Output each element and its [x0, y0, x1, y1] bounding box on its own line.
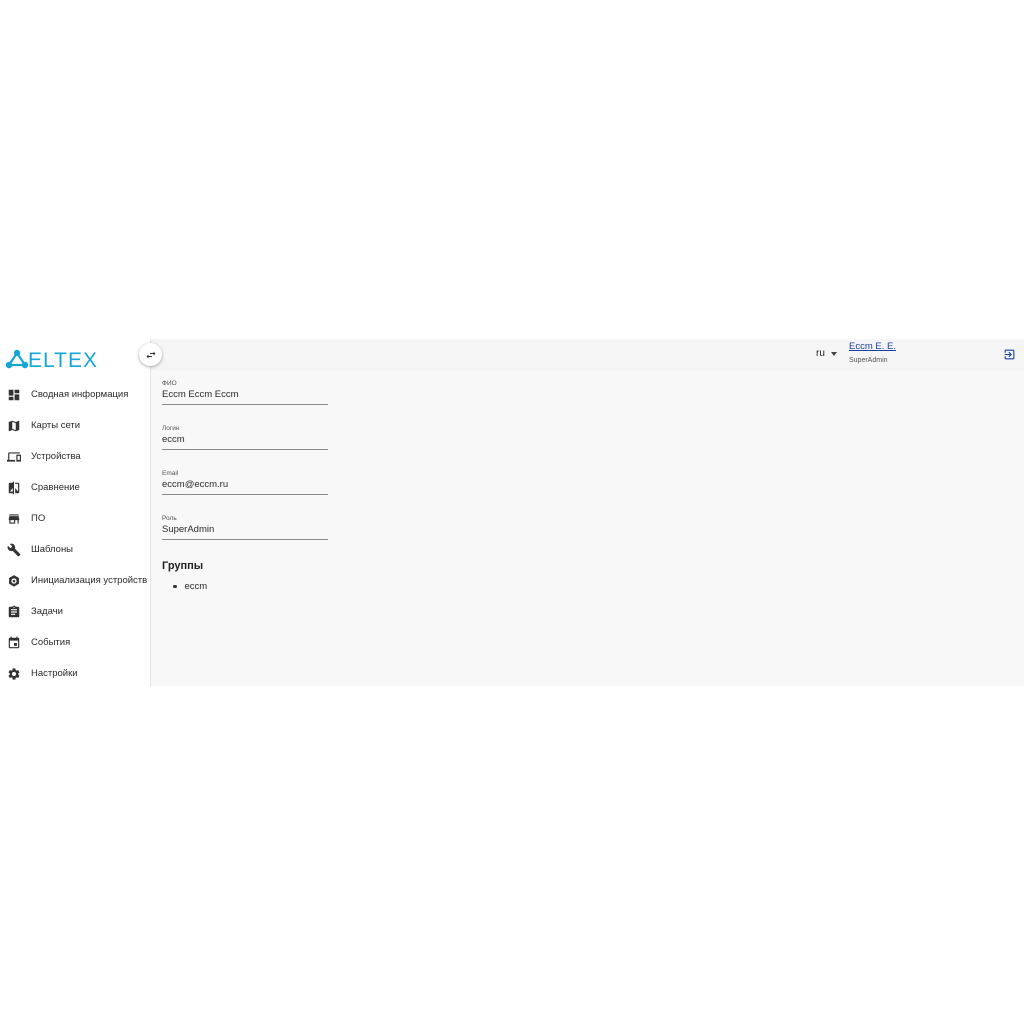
- sidebar-item-network-maps[interactable]: Карты сети: [0, 410, 151, 441]
- init-icon: [7, 574, 21, 588]
- email-label: Email: [162, 470, 179, 477]
- sidebar-toggle-button[interactable]: [139, 343, 162, 366]
- user-profile-link[interactable]: Eccm E. E.: [849, 341, 896, 352]
- eltex-logo[interactable]: ELTEX: [4, 343, 108, 373]
- list-item: eccm: [173, 581, 207, 592]
- sidebar: ELTEX Сводная информация Карты сети Устр…: [0, 339, 151, 686]
- map-icon: [7, 419, 21, 433]
- groups-list: eccm: [173, 581, 207, 592]
- logout-icon: [1004, 349, 1015, 360]
- sidebar-item-label: Карты сети: [31, 420, 81, 431]
- dashboard-icon: [7, 388, 21, 402]
- sidebar-item-summary[interactable]: Сводная информация: [0, 379, 151, 410]
- sidebar-item-tasks[interactable]: Задачи: [0, 596, 151, 627]
- clipboard-icon: [7, 605, 21, 619]
- fullname-field[interactable]: ФИО Eccm Eccm Eccm: [162, 379, 328, 405]
- sidebar-item-label: Шаблоны: [31, 544, 74, 555]
- logout-button[interactable]: [1003, 348, 1016, 361]
- role-value: SuperAdmin: [162, 524, 215, 535]
- caret-down-icon: [830, 351, 837, 356]
- language-value: ru: [816, 348, 825, 359]
- sidebar-item-label: Устройства: [31, 451, 81, 462]
- calendar-icon: [7, 636, 21, 650]
- store-icon: [7, 512, 21, 526]
- role-field[interactable]: Роль SuperAdmin: [162, 514, 328, 540]
- groups-heading: Группы: [162, 560, 204, 572]
- profile-content: ФИО Eccm Eccm Eccm Логин eccm Email eccm…: [151, 371, 1024, 686]
- language-select[interactable]: ru: [816, 348, 837, 359]
- login-label: Логин: [162, 425, 180, 432]
- email-value: eccm@eccm.ru: [162, 479, 229, 490]
- app-window: ELTEX Сводная информация Карты сети Устр…: [0, 339, 1024, 686]
- sidebar-item-label: Сравнение: [31, 482, 80, 493]
- fullname-label: ФИО: [162, 380, 177, 387]
- sidebar-item-label: Задачи: [31, 606, 63, 617]
- login-value: eccm: [162, 434, 185, 445]
- sidebar-item-label: Инициализация устройств: [31, 575, 148, 586]
- sidebar-item-software[interactable]: ПО: [0, 503, 151, 534]
- sidebar-item-events[interactable]: События: [0, 627, 151, 658]
- sidebar-item-label: ПО: [31, 513, 46, 524]
- sidebar-item-compare[interactable]: Сравнение: [0, 472, 151, 503]
- sidebar-item-templates[interactable]: Шаблоны: [0, 534, 151, 565]
- sidebar-item-settings[interactable]: Настройки: [0, 658, 151, 689]
- logo-text: ELTEX: [28, 349, 98, 372]
- email-field[interactable]: Email eccm@eccm.ru: [162, 469, 328, 495]
- compare-icon: [7, 481, 21, 495]
- gear-icon: [7, 667, 21, 681]
- sidebar-nav: Сводная информация Карты сети Устройства…: [0, 379, 151, 689]
- fullname-value: Eccm Eccm Eccm: [162, 389, 239, 400]
- sidebar-item-label: События: [31, 637, 71, 648]
- top-bar: ru Eccm E. E. SuperAdmin: [151, 339, 1024, 371]
- sidebar-item-label: Сводная информация: [31, 389, 129, 400]
- swap-arrows-icon: [146, 351, 155, 358]
- group-name: eccm: [184, 581, 208, 592]
- bullet-icon: [173, 584, 177, 589]
- sidebar-item-devices[interactable]: Устройства: [0, 441, 151, 472]
- sidebar-item-device-init[interactable]: Инициализация устройств: [0, 565, 151, 596]
- wrench-icon: [7, 543, 21, 557]
- user-role: SuperAdmin: [849, 357, 888, 364]
- role-label: Роль: [162, 515, 177, 522]
- sidebar-item-label: Настройки: [31, 668, 78, 679]
- login-field[interactable]: Логин eccm: [162, 424, 328, 450]
- devices-icon: [7, 450, 21, 464]
